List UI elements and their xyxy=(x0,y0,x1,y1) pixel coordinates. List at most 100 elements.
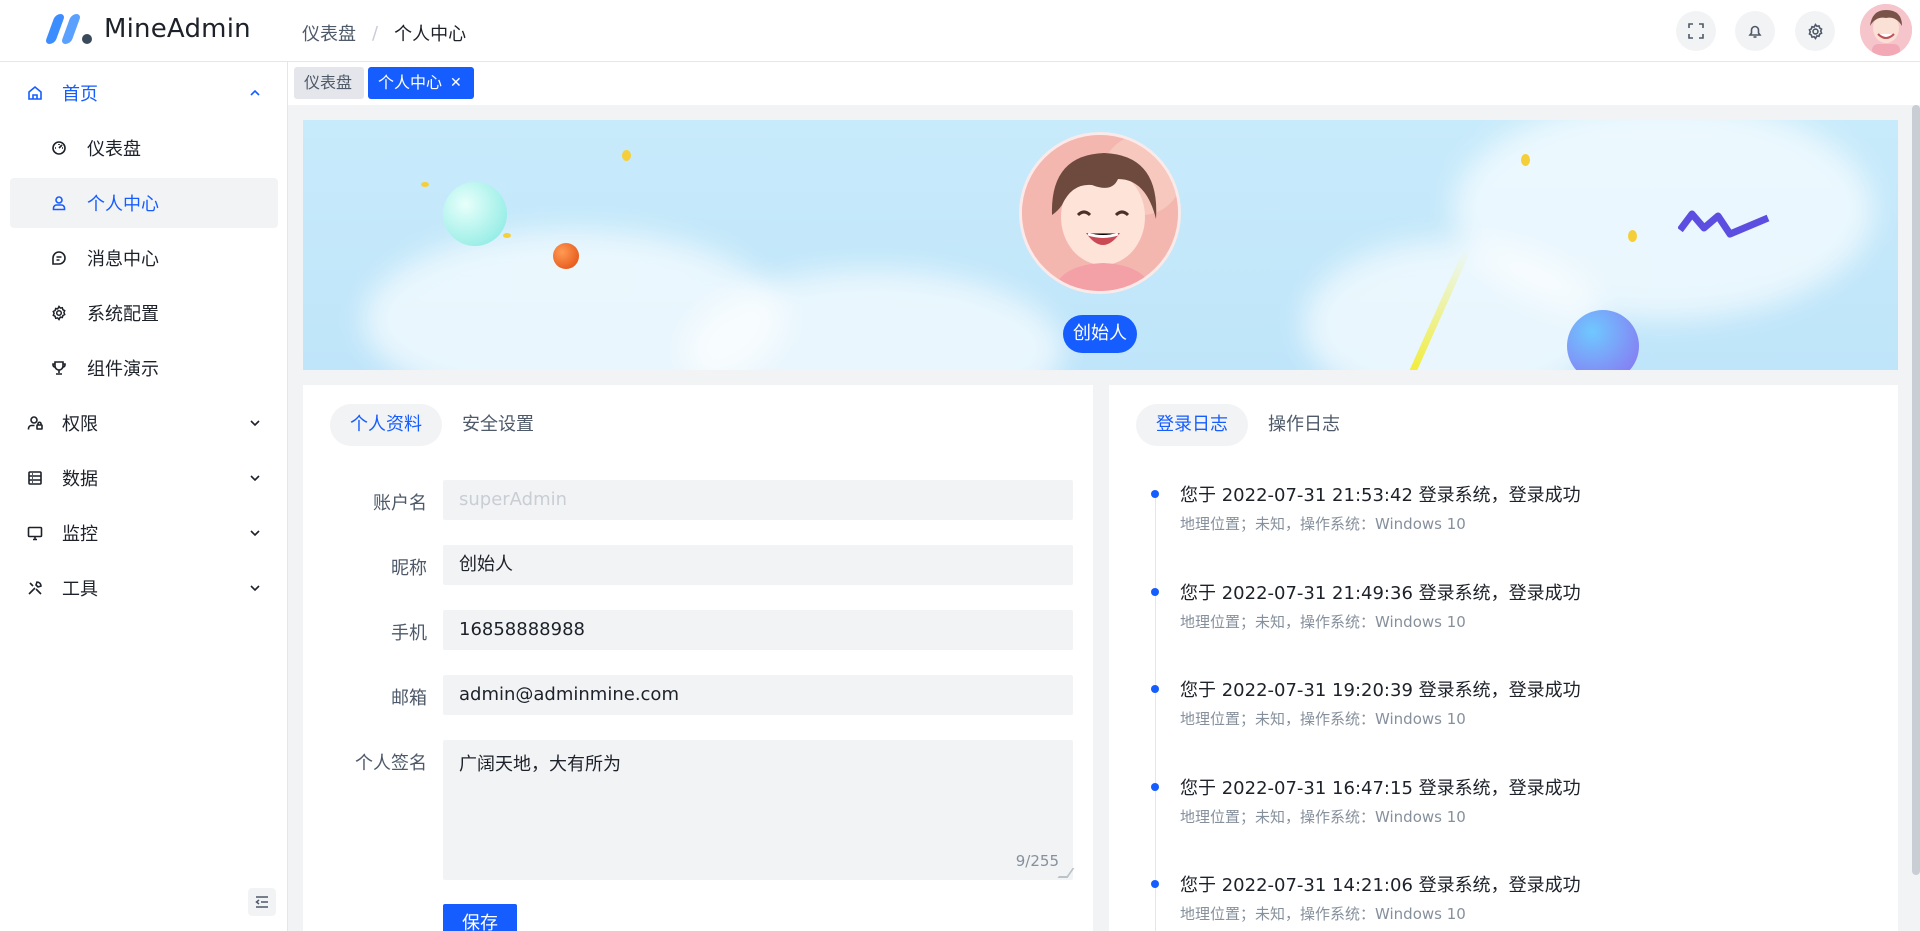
nickname-label: 昵称 xyxy=(391,558,427,579)
fullscreen-button[interactable] xyxy=(1676,11,1716,51)
chevron-down-icon xyxy=(250,585,260,592)
page-tab-profile[interactable]: 个人中心 ✕ xyxy=(368,67,474,99)
resize-handle-icon[interactable] xyxy=(1057,868,1075,878)
collapse-sidebar-button[interactable] xyxy=(248,888,276,916)
log-detail: 地理位置；未知，操作系统：Windows 10 xyxy=(1180,515,1466,533)
user-avatar[interactable] xyxy=(1860,4,1912,56)
tab-security-settings[interactable]: 安全设置 xyxy=(442,404,554,446)
logs-panel-tabs: 登录日志 操作日志 xyxy=(1136,404,1360,446)
user-icon xyxy=(50,194,68,212)
close-icon[interactable]: ✕ xyxy=(450,67,462,99)
decorative-bubble xyxy=(443,182,507,246)
trophy-icon xyxy=(50,359,68,377)
profile-avatar[interactable] xyxy=(1019,132,1181,294)
email-label: 邮箱 xyxy=(391,688,427,709)
timeline-dot xyxy=(1151,783,1159,791)
log-title: 您于 2022-07-31 21:53:42 登录系统，登录成功 xyxy=(1180,485,1581,506)
menu-fold-icon xyxy=(255,896,268,908)
page-tab-label: 仪表盘 xyxy=(304,73,353,92)
sidebar-item-label: 仪表盘 xyxy=(87,139,141,160)
log-detail: 地理位置；未知，操作系统：Windows 10 xyxy=(1180,710,1466,728)
sidebar-item-label: 数据 xyxy=(62,469,98,490)
fullscreen-icon xyxy=(1688,23,1704,39)
signature-label: 个人签名 xyxy=(355,753,427,774)
sidebar: 首页 仪表盘 个人中心 消息中心 系统配置 组件演示 权限 数据 监控 工具 xyxy=(0,62,288,931)
nickname-field[interactable]: 创始人 xyxy=(443,545,1073,585)
decorative-zigzag xyxy=(1678,210,1770,238)
profile-settings-panel: 个人资料 安全设置 账户名 superAdmin 昵称 创始人 手机 16858… xyxy=(303,385,1093,931)
breadcrumb-item-dashboard[interactable]: 仪表盘 xyxy=(302,20,356,46)
page-tab-dashboard[interactable]: 仪表盘 xyxy=(294,67,364,99)
profile-panel-tabs: 个人资料 安全设置 xyxy=(330,404,554,446)
sidebar-item-label: 消息中心 xyxy=(87,249,159,270)
dashboard-icon xyxy=(50,139,68,157)
sidebar-item-components[interactable]: 组件演示 xyxy=(10,343,278,393)
breadcrumb-item-current: 个人中心 xyxy=(394,24,467,45)
content-scrollbar[interactable] xyxy=(1912,105,1920,875)
breadcrumb-separator: / xyxy=(372,22,379,44)
signature-char-count: 9/255 xyxy=(1015,852,1059,870)
role-badge: 创始人 xyxy=(1063,315,1137,353)
sidebar-item-label: 权限 xyxy=(62,414,98,435)
sidebar-item-permissions[interactable]: 权限 xyxy=(10,398,278,448)
sidebar-item-label: 系统配置 xyxy=(87,304,159,325)
tab-login-logs[interactable]: 登录日志 xyxy=(1136,404,1248,446)
log-detail: 地理位置；未知，操作系统：Windows 10 xyxy=(1180,808,1466,826)
database-icon xyxy=(26,469,44,487)
sidebar-item-label: 首页 xyxy=(62,84,98,105)
chevron-down-icon xyxy=(250,530,260,537)
top-header: MineAdmin 仪表盘 / 个人中心 xyxy=(0,0,1920,62)
gear-icon xyxy=(1807,22,1823,40)
decorative-bubble xyxy=(1567,310,1639,370)
timeline-dot xyxy=(1151,588,1159,596)
decorative-beam xyxy=(1409,248,1471,370)
timeline-dot xyxy=(1151,490,1159,498)
home-icon xyxy=(26,84,44,102)
phone-field[interactable]: 16858888988 xyxy=(443,610,1073,650)
email-field[interactable]: admin@adminmine.com xyxy=(443,675,1073,715)
sidebar-item-home[interactable]: 首页 xyxy=(10,68,278,118)
message-icon xyxy=(50,249,68,267)
app-name: MineAdmin xyxy=(104,14,251,44)
log-detail: 地理位置；未知，操作系统：Windows 10 xyxy=(1180,905,1466,923)
tab-operation-logs[interactable]: 操作日志 xyxy=(1248,404,1360,446)
chevron-up-icon xyxy=(250,89,260,96)
timeline-line xyxy=(1155,495,1156,931)
signature-textarea[interactable]: 广阔天地，大有所为 9/255 xyxy=(443,740,1075,880)
profile-banner: 创始人 xyxy=(303,120,1898,370)
timeline-dot xyxy=(1151,880,1159,888)
log-detail: 地理位置；未知，操作系统：Windows 10 xyxy=(1180,613,1466,631)
monitor-icon xyxy=(26,524,44,542)
timeline-dot xyxy=(1151,685,1159,693)
user-lock-icon xyxy=(26,414,44,432)
sidebar-item-profile[interactable]: 个人中心 xyxy=(10,178,278,228)
tools-icon xyxy=(26,579,44,597)
sidebar-item-dashboard[interactable]: 仪表盘 xyxy=(10,123,278,173)
sidebar-item-label: 个人中心 xyxy=(87,194,159,215)
gear-icon xyxy=(50,304,68,322)
sidebar-item-label: 组件演示 xyxy=(87,359,159,380)
notifications-button[interactable] xyxy=(1735,11,1775,51)
logo-mark-icon xyxy=(44,12,94,46)
sidebar-item-data[interactable]: 数据 xyxy=(10,453,278,503)
log-title: 您于 2022-07-31 14:21:06 登录系统，登录成功 xyxy=(1180,875,1581,896)
decorative-ball xyxy=(553,243,579,269)
tab-personal-info[interactable]: 个人资料 xyxy=(330,404,442,446)
signature-text: 广阔天地，大有所为 xyxy=(459,754,621,775)
settings-button[interactable] xyxy=(1795,11,1835,51)
sidebar-item-messages[interactable]: 消息中心 xyxy=(10,233,278,283)
bell-icon xyxy=(1748,25,1762,38)
account-field: superAdmin xyxy=(443,480,1073,520)
log-title: 您于 2022-07-31 19:20:39 登录系统，登录成功 xyxy=(1180,680,1581,701)
sidebar-item-label: 监控 xyxy=(62,524,98,545)
app-logo[interactable]: MineAdmin xyxy=(44,12,251,46)
phone-label: 手机 xyxy=(391,623,427,644)
sidebar-item-label: 工具 xyxy=(62,579,98,600)
sidebar-item-system-config[interactable]: 系统配置 xyxy=(10,288,278,338)
sidebar-item-tools[interactable]: 工具 xyxy=(10,563,278,613)
sidebar-item-monitor[interactable]: 监控 xyxy=(10,508,278,558)
save-button[interactable]: 保存 xyxy=(443,904,517,931)
page-tabs-bar: 仪表盘 个人中心 ✕ xyxy=(288,62,1920,105)
page-tab-label: 个人中心 xyxy=(378,73,443,92)
breadcrumb: 仪表盘 / 个人中心 xyxy=(302,20,466,46)
